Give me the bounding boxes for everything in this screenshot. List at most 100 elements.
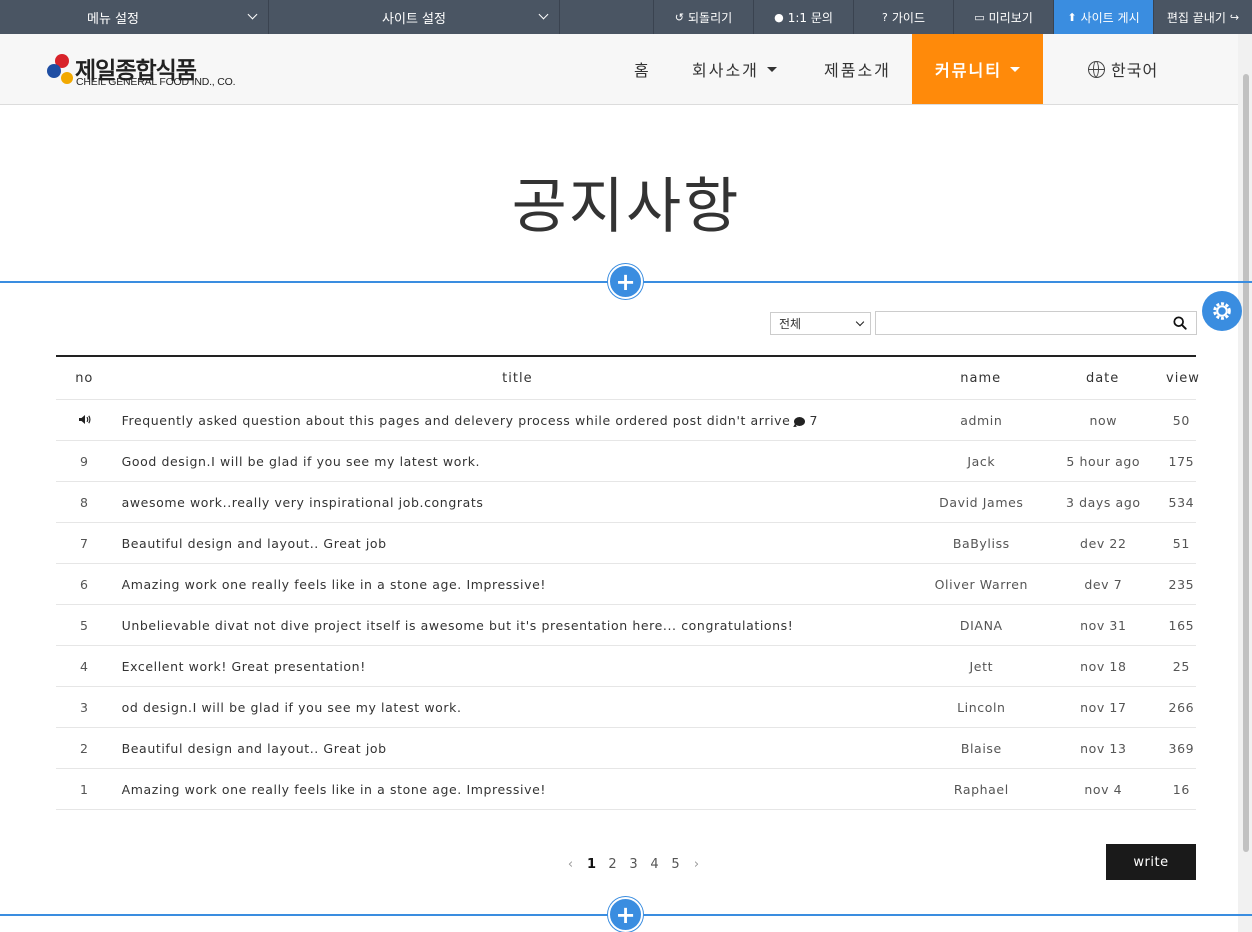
plus-icon: + (615, 267, 636, 296)
row-number: 9 (80, 453, 89, 469)
add-section-button[interactable]: + (608, 264, 643, 299)
logo-english-text: CHEIL GENERAL FOOD IND., CO. (76, 76, 236, 88)
undo-icon: ↺ (674, 10, 685, 24)
column-header-title: title (502, 370, 533, 386)
guide-button[interactable]: ? 가이드 (854, 0, 954, 34)
monitor-icon: ▭ (974, 10, 985, 24)
page-link-4[interactable]: 4 (644, 857, 665, 872)
page-link-2[interactable]: 2 (602, 857, 623, 872)
add-section-button[interactable]: + (608, 897, 643, 932)
column-header-date: date (1085, 370, 1120, 386)
row-views: 175 (1168, 453, 1195, 469)
caret-down-icon (766, 66, 777, 72)
table-row[interactable]: 1 Amazing work one really feels like in … (56, 769, 1196, 810)
row-title[interactable]: Excellent work! Great presentation! (113, 659, 923, 674)
table-row[interactable]: 6 Amazing work one really feels like in … (56, 564, 1196, 605)
row-title[interactable]: Beautiful design and layout.. Great job (113, 536, 923, 551)
logo-mark (47, 52, 75, 88)
next-page-button[interactable]: › (686, 857, 707, 872)
table-row[interactable]: 3 od design.I will be glad if you see my… (56, 687, 1196, 728)
nav-about[interactable]: 회사소개 (692, 34, 777, 104)
table-row[interactable]: 7 Beautiful design and layout.. Great jo… (56, 523, 1196, 564)
section-settings-button[interactable] (1202, 291, 1242, 331)
row-title[interactable]: Amazing work one really feels like in a … (113, 577, 923, 592)
row-author: Raphael (953, 781, 1009, 797)
write-button[interactable]: write (1106, 844, 1196, 880)
guide-label: 가이드 (891, 10, 925, 25)
search-icon[interactable] (1173, 316, 1187, 330)
admin-toolbar-spacer (560, 0, 654, 34)
page-title: 공지사항 (511, 172, 741, 242)
table-row[interactable]: 8 awesome work..really very inspirationa… (56, 482, 1196, 523)
prev-page-button[interactable]: ‹ (560, 857, 581, 872)
notice-title[interactable]: Frequently asked question about this pag… (113, 413, 923, 428)
table-row[interactable]: 9 Good design.I will be glad if you see … (56, 441, 1196, 482)
site-logo[interactable]: 제일종합식품 CHEIL GENERAL FOOD IND., CO. (47, 52, 247, 92)
row-number: 4 (80, 658, 89, 674)
row-date: dev 22 (1080, 535, 1127, 551)
site-settings-dropdown[interactable]: 사이트 설정 (269, 0, 560, 34)
caret-down-icon (1009, 66, 1020, 72)
page-link-3[interactable]: 3 (623, 857, 644, 872)
search-category-select[interactable]: 전체 (770, 312, 871, 335)
row-title[interactable]: Amazing work one really feels like in a … (113, 782, 923, 797)
publish-button[interactable]: ⬆ 사이트 게시 (1054, 0, 1154, 34)
nav-about-label: 회사소개 (692, 61, 759, 80)
row-author: Jack (967, 453, 996, 469)
row-views: 25 (1172, 658, 1190, 674)
column-header-name: name (960, 370, 1002, 386)
row-title[interactable]: Good design.I will be glad if you see my… (113, 454, 923, 469)
row-title[interactable]: awesome work..really very inspirational … (113, 495, 923, 510)
undo-label: 되돌리기 (688, 10, 733, 25)
exit-edit-button[interactable]: 편집 끝내기 ↪ (1154, 0, 1252, 34)
nav-home-label: 홈 (634, 61, 651, 80)
undo-button[interactable]: ↺ 되돌리기 (654, 0, 754, 34)
row-author: DIANA (959, 617, 1003, 633)
row-views: 16 (1172, 781, 1190, 797)
row-date: nov 13 (1080, 740, 1127, 756)
publish-label: 사이트 게시 (1080, 10, 1140, 25)
language-selector[interactable]: 한국어 (1088, 34, 1158, 104)
row-author: BaByliss (952, 535, 1010, 551)
row-title[interactable]: Unbelievable divat not dive project itse… (113, 618, 923, 633)
menu-settings-dropdown[interactable]: 메뉴 설정 (0, 0, 269, 34)
page-link-5[interactable]: 5 (665, 857, 686, 872)
row-date: dev 7 (1084, 576, 1123, 592)
row-author: Blaise (960, 740, 1002, 756)
row-title[interactable]: od design.I will be glad if you see my l… (113, 700, 923, 715)
row-number: 6 (80, 576, 89, 592)
search-input[interactable] (875, 311, 1197, 335)
chevron-down-icon (247, 9, 258, 20)
row-views: 266 (1168, 699, 1195, 715)
nav-products[interactable]: 제품소개 (824, 34, 891, 104)
notice-board-table: no title name date view Frequently asked… (56, 355, 1199, 810)
notice-row[interactable]: Frequently asked question about this pag… (56, 400, 1196, 441)
row-author: Jett (969, 658, 994, 674)
row-number: 5 (80, 617, 89, 633)
row-views: 165 (1168, 617, 1195, 633)
row-author: Oliver Warren (934, 576, 1029, 592)
column-header-no: no (75, 370, 94, 386)
nav-home[interactable]: 홈 (634, 34, 651, 104)
inquiry-button[interactable]: ● 1:1 문의 (754, 0, 854, 34)
share-arrow-icon: ↪ (1229, 10, 1240, 24)
row-number: 2 (80, 740, 89, 756)
exit-edit-label: 편집 끝내기 (1166, 10, 1226, 25)
nav-community[interactable]: 커뮤니티 (912, 34, 1043, 104)
preview-button[interactable]: ▭ 미리보기 (954, 0, 1054, 34)
admin-toolbar: 메뉴 설정 사이트 설정 ↺ 되돌리기 ● 1:1 문의 ? 가이드 ▭ 미리보… (0, 0, 1252, 34)
site-header: 제일종합식품 CHEIL GENERAL FOOD IND., CO. 홈 회사… (0, 34, 1238, 105)
notice-author: admin (960, 412, 1003, 428)
notice-marker (56, 413, 113, 428)
menu-settings-label: 메뉴 설정 (87, 11, 139, 27)
table-row[interactable]: 4 Excellent work! Great presentation! Je… (56, 646, 1196, 687)
nav-products-label: 제품소개 (824, 61, 891, 80)
row-title[interactable]: Beautiful design and layout.. Great job (113, 741, 923, 756)
row-views: 369 (1168, 740, 1195, 756)
table-row[interactable]: 5 Unbelievable divat not dive project it… (56, 605, 1196, 646)
notice-date: now (1089, 412, 1118, 428)
table-row[interactable]: 2 Beautiful design and layout.. Great jo… (56, 728, 1196, 769)
page-link-1[interactable]: 1 (581, 857, 602, 872)
chevron-down-icon (538, 9, 549, 20)
row-views: 534 (1168, 494, 1195, 510)
